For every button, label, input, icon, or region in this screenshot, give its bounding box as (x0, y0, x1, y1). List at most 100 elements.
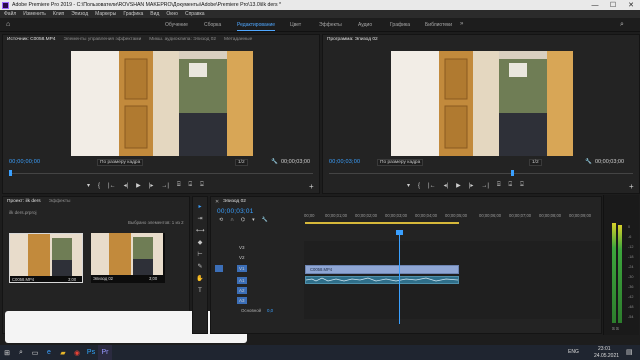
export-frame-icon[interactable]: ⌺ (520, 182, 524, 189)
source-resolution-select[interactable]: 1/2 (235, 159, 248, 166)
task-view-icon[interactable]: ▭ (28, 345, 42, 360)
maximize-button[interactable]: ☐ (604, 0, 622, 10)
program-resolution-select[interactable]: 1/2 (529, 159, 542, 166)
go-to-in-icon[interactable]: |← (428, 183, 436, 189)
workspace-learning[interactable]: Обучение (165, 22, 188, 28)
export-frame-icon[interactable]: ⌺ (200, 182, 204, 189)
go-to-out-icon[interactable]: →| (481, 183, 489, 189)
source-patch-v1[interactable] (215, 265, 223, 272)
program-add-button-icon[interactable]: + (629, 182, 634, 191)
edge-icon[interactable]: e (42, 345, 56, 360)
search-icon[interactable]: ⌕ (620, 21, 624, 29)
menu-markers[interactable]: Маркеры (95, 11, 116, 17)
workspace-editing[interactable]: Редактирование (237, 22, 275, 28)
pen-tool-icon[interactable]: ✎ (196, 263, 204, 271)
photoshop-icon[interactable]: Ps (84, 345, 98, 360)
add-marker-icon[interactable]: ▾ (407, 182, 410, 189)
track-label-a2[interactable]: A2 (239, 288, 245, 293)
track-label-a1[interactable]: A1 (239, 278, 245, 283)
menu-window[interactable]: Окно (166, 11, 178, 17)
source-playhead[interactable] (9, 170, 12, 176)
step-forward-icon[interactable]: |▸ (469, 182, 474, 189)
source-fit-select[interactable]: По размеру кадра (97, 159, 144, 166)
go-to-in-icon[interactable]: |← (108, 183, 116, 189)
wrench-icon[interactable]: 🔧 (585, 159, 592, 165)
track-select-tool-icon[interactable]: ⇥ (196, 215, 204, 223)
audio-clip[interactable] (305, 276, 459, 284)
overwrite-icon[interactable]: ⌹ (189, 182, 193, 189)
source-scrub-bar[interactable] (9, 173, 313, 174)
close-tab-icon[interactable]: ✕ (215, 199, 219, 205)
menu-help[interactable]: Справка (185, 11, 205, 17)
go-to-out-icon[interactable]: →| (161, 183, 169, 189)
add-marker-icon[interactable]: ▾ (252, 217, 255, 223)
language-indicator[interactable]: ENG (568, 349, 579, 355)
ripple-edit-tool-icon[interactable]: ⟷ (196, 227, 205, 235)
step-forward-icon[interactable]: |▸ (149, 182, 154, 189)
timeline-playhead-line[interactable] (399, 234, 400, 324)
program-scrub-bar[interactable] (329, 173, 633, 174)
hand-tool-icon[interactable]: ✋ (196, 275, 204, 283)
workspace-assembly[interactable]: Сборка (204, 22, 221, 28)
workspace-color[interactable]: Цвет (290, 22, 301, 28)
program-fit-select[interactable]: По размеру кадра (377, 159, 424, 166)
project-item-thumbnail[interactable]: C0058.MP4 3;00 (9, 233, 83, 283)
workspace-effects[interactable]: Эффекты (319, 22, 342, 28)
tab-audio-clip-mixer[interactable]: Микш. аудиоклипа: Эпизод 02 (149, 37, 216, 42)
notification-icon[interactable]: ▤ (626, 348, 633, 356)
tab-metadata[interactable]: Метаданные (224, 37, 252, 42)
linked-selection-icon[interactable]: ⌬ (241, 217, 245, 223)
wrench-icon[interactable]: 🔧 (271, 159, 278, 165)
tab-sequence[interactable]: Эпизод 02 (223, 199, 246, 204)
razor-tool-icon[interactable]: ◆ (196, 239, 204, 247)
selection-tool-icon[interactable]: ▸ (196, 203, 204, 211)
video-clip[interactable]: C0058.MP4 (305, 265, 459, 274)
tab-project[interactable]: Проект: ilk ders (7, 199, 41, 204)
workspace-libraries[interactable]: Библиотеки (425, 22, 452, 28)
type-tool-icon[interactable]: T (196, 287, 204, 295)
track-label-v2[interactable]: V2 (239, 255, 245, 260)
close-button[interactable]: ✕ (622, 0, 640, 10)
program-playhead[interactable] (511, 170, 514, 176)
lift-icon[interactable]: ⌸ (497, 182, 501, 189)
project-item-thumbnail[interactable]: Эпизод 02 3;00 (91, 233, 165, 283)
menu-edit[interactable]: Изменить (23, 11, 46, 17)
menu-graphics[interactable]: Графика (123, 11, 143, 17)
tab-program[interactable]: Программа: Эпизод 02 (327, 37, 378, 42)
mark-in-icon[interactable]: { (418, 183, 420, 189)
track-label-v3[interactable]: V3 (239, 245, 245, 250)
minimize-button[interactable]: — (586, 0, 604, 10)
insert-icon[interactable]: ⌸ (177, 182, 181, 189)
menu-file[interactable]: Файл (4, 11, 16, 17)
workspace-audio[interactable]: Аудио (358, 22, 372, 28)
snap-icon[interactable]: ∩ (230, 217, 234, 223)
master-track-value[interactable]: 0,0 (267, 308, 273, 313)
source-timecode[interactable]: 00;00;00;00 (9, 159, 40, 165)
source-add-button-icon[interactable]: + (309, 182, 314, 191)
tab-effect-controls[interactable]: Элементы управления эффектами (63, 37, 141, 42)
program-timecode[interactable]: 00;00;03;00 (329, 159, 360, 165)
step-back-icon[interactable]: ◂| (444, 182, 449, 189)
workspaces-more[interactable]: » (460, 21, 463, 27)
search-icon[interactable]: ⌕ (14, 345, 28, 360)
play-icon[interactable]: ▶ (136, 182, 141, 189)
clock-date[interactable]: 24.05.2021 (594, 353, 619, 359)
timeline-settings-icon[interactable]: 🔧 (262, 217, 268, 223)
track-label-a3[interactable]: A3 (239, 298, 245, 303)
timeline-playhead-handle[interactable] (396, 230, 403, 235)
slip-tool-icon[interactable]: ⊢ (196, 251, 204, 259)
track-label-v1[interactable]: V1 (239, 266, 245, 271)
menu-view[interactable]: Вид (150, 11, 159, 17)
menu-sequence[interactable]: Эпизод (71, 11, 88, 17)
add-marker-icon[interactable]: ▾ (87, 182, 90, 189)
step-back-icon[interactable]: ◂| (124, 182, 129, 189)
windows-start-icon[interactable]: ⊞ (0, 345, 14, 360)
play-icon[interactable]: ▶ (456, 182, 461, 189)
file-explorer-icon[interactable]: ▰ (56, 345, 70, 360)
mark-in-icon[interactable]: { (98, 183, 100, 189)
tab-source[interactable]: Источник: C0058.MP4 (7, 37, 55, 42)
menu-clip[interactable]: Клип (53, 11, 64, 17)
clock-time[interactable]: 23:01 (598, 346, 611, 352)
nest-icon[interactable]: ⟲ (219, 217, 223, 223)
timeline-timecode[interactable]: 00;00;03;01 (217, 208, 254, 215)
